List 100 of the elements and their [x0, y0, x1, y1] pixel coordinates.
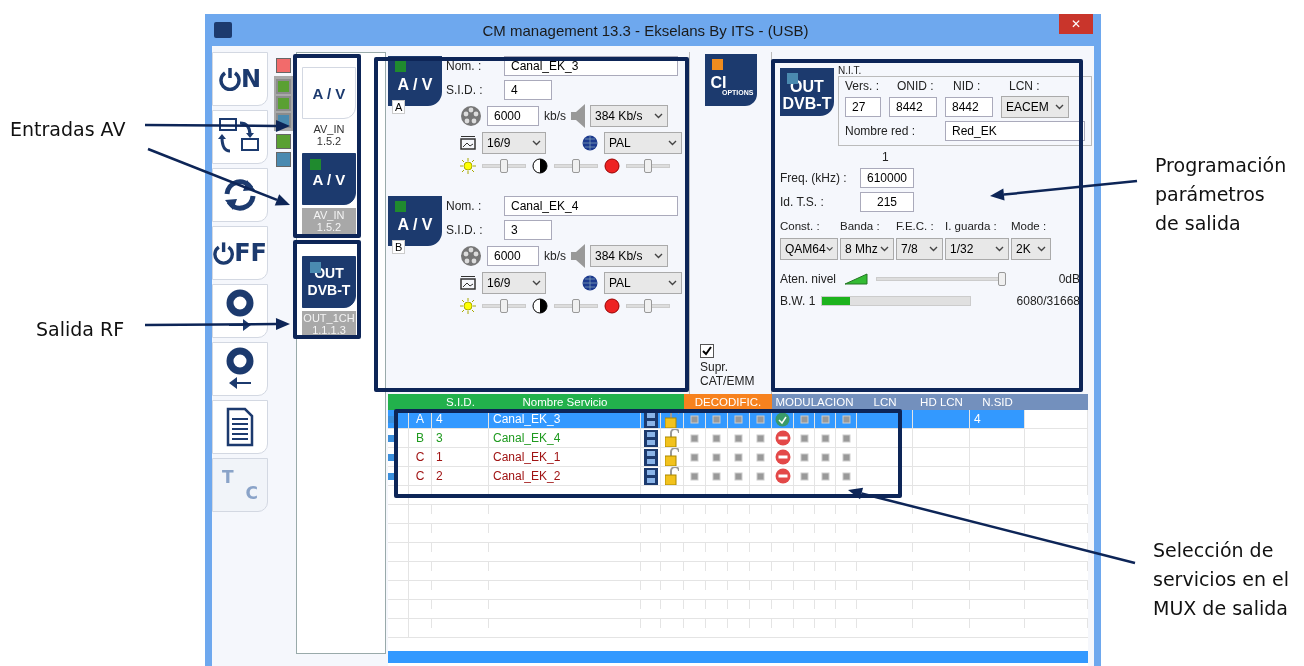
- sid-field[interactable]: 3: [504, 220, 552, 240]
- name-label: Nom. :: [446, 59, 483, 73]
- checkbox[interactable]: [700, 344, 714, 358]
- parameter-select[interactable]: 8 Mhz: [840, 238, 894, 260]
- group-legend: N.I.T.: [838, 66, 1092, 76]
- column-header: S.I.D.: [432, 394, 489, 410]
- parameter-select[interactable]: 2K: [1011, 238, 1051, 260]
- contrast-icon: [532, 158, 548, 174]
- toolbar-button[interactable]: [212, 168, 268, 222]
- toolbar-button[interactable]: N: [212, 52, 268, 106]
- field-label: ONID :: [897, 79, 935, 93]
- slider[interactable]: [554, 299, 598, 313]
- status-led: [395, 61, 406, 72]
- color-dot-icon: [604, 158, 620, 174]
- toolbar-button[interactable]: [212, 400, 268, 454]
- table-row[interactable]: B 3 Canal_EK_4: [388, 429, 1088, 448]
- contrast-icon: [532, 298, 548, 314]
- window-title: CM management 13.3 - Ekselans By ITS - (USB): [481, 21, 810, 39]
- checkbox-label: Supr. CAT/EMM: [700, 360, 755, 388]
- parameter-select[interactable]: 7/8: [896, 238, 943, 260]
- slider[interactable]: [626, 299, 670, 313]
- toolbar-button[interactable]: [212, 284, 268, 338]
- bitrate-field[interactable]: 6000: [487, 246, 539, 266]
- field-label: Vers. :: [845, 79, 880, 93]
- table-cell: 1: [432, 448, 489, 466]
- system-select[interactable]: PAL: [604, 132, 682, 154]
- aspect-icon: [460, 275, 476, 291]
- slider[interactable]: [626, 159, 670, 173]
- globe-icon: [582, 275, 598, 291]
- av-module[interactable]: A / V: [302, 67, 356, 119]
- slider[interactable]: [554, 159, 598, 173]
- sun-icon: [460, 158, 476, 174]
- film-reel-icon: [460, 245, 482, 267]
- audio-select[interactable]: 384 Kb/s: [590, 245, 668, 267]
- power-icon: [213, 241, 235, 265]
- caret-icon: [654, 253, 663, 259]
- sid-label: S.I.D. :: [446, 83, 484, 97]
- frequency-field[interactable]: 610000: [860, 168, 914, 188]
- close-button[interactable]: ✕: [1059, 14, 1093, 34]
- globe-icon: [582, 135, 598, 151]
- system-select[interactable]: PAL: [604, 272, 682, 294]
- onid-field[interactable]: 8442: [889, 97, 937, 117]
- field-label: Const. :: [780, 220, 821, 232]
- aspect-select[interactable]: 16/9: [482, 132, 546, 154]
- row-marker-icon: [388, 434, 395, 442]
- caret-icon: [1037, 246, 1046, 252]
- table-cell: 3: [432, 429, 489, 447]
- header-cell: [388, 394, 432, 410]
- attenuation-reading: 0dB: [1058, 272, 1080, 286]
- film-reel-icon: [460, 105, 482, 127]
- name-field[interactable]: Canal_EK_4: [504, 196, 678, 216]
- callout-text: Selección de servicios en el MUX de salida: [1153, 538, 1289, 621]
- row-marker-icon: [388, 415, 395, 423]
- parameter-select[interactable]: 1/32: [945, 238, 1009, 260]
- parameter-select[interactable]: QAM64: [780, 238, 838, 260]
- field-label: Id. T.S. :: [780, 195, 825, 209]
- column-header: DECODIFIC.: [684, 394, 772, 410]
- speaker-icon: [571, 244, 585, 268]
- toolbar-button[interactable]: FF: [212, 226, 268, 280]
- network-name-field[interactable]: Red_EK: [945, 121, 1085, 141]
- field-label: LCN :: [1009, 79, 1040, 93]
- callout-text: Salida RF: [36, 317, 125, 341]
- version-field[interactable]: 27: [845, 97, 881, 117]
- header-cell: [1025, 394, 1088, 410]
- caret-icon: [668, 280, 677, 286]
- header-cell: [641, 394, 684, 410]
- lcn-select[interactable]: EACEM: [1001, 96, 1069, 118]
- table-cell: B: [409, 429, 432, 447]
- audio-select[interactable]: 384 Kb/s: [590, 105, 668, 127]
- toolbar-button[interactable]: [212, 342, 268, 396]
- bitrate-field[interactable]: 6000: [487, 106, 539, 126]
- slider[interactable]: [876, 272, 1007, 286]
- field-label: NID :: [953, 79, 982, 93]
- speaker-icon: [571, 104, 585, 128]
- aspect-icon: [460, 135, 476, 151]
- table-cell: Canal_EK_1: [489, 448, 641, 466]
- slider[interactable]: [482, 299, 526, 313]
- column-header: LCN: [857, 394, 913, 410]
- ts-id-field[interactable]: 215: [860, 192, 914, 212]
- toolbar-button[interactable]: [212, 110, 268, 164]
- module-label: OUT_1CH 1.1.1.3: [302, 311, 356, 337]
- av-module[interactable]: A / V: [302, 153, 356, 205]
- aspect-select[interactable]: 16/9: [482, 272, 546, 294]
- slider[interactable]: [482, 159, 526, 173]
- status-led: [711, 59, 723, 70]
- table-row[interactable]: C 2 Canal_EK_2: [388, 467, 1088, 486]
- status-led: [395, 201, 406, 212]
- table-row[interactable]: C 1 Canal_EK_1: [388, 448, 1088, 467]
- sid-field[interactable]: 4: [504, 80, 552, 100]
- caret-icon: [654, 113, 663, 119]
- field-label: Nombre red :: [845, 124, 917, 138]
- channel-number: 1: [882, 150, 890, 164]
- nid-field[interactable]: 8442: [945, 97, 993, 117]
- bandwidth-label: B.W. 1: [780, 294, 816, 308]
- caret-icon: [929, 246, 938, 252]
- caret-icon: [532, 280, 541, 286]
- disc-arrow-right-icon: [225, 289, 255, 333]
- film-icon: [643, 448, 658, 466]
- module-label: AV_IN 1.5.2: [302, 208, 356, 234]
- column-header: HD LCN: [913, 394, 970, 410]
